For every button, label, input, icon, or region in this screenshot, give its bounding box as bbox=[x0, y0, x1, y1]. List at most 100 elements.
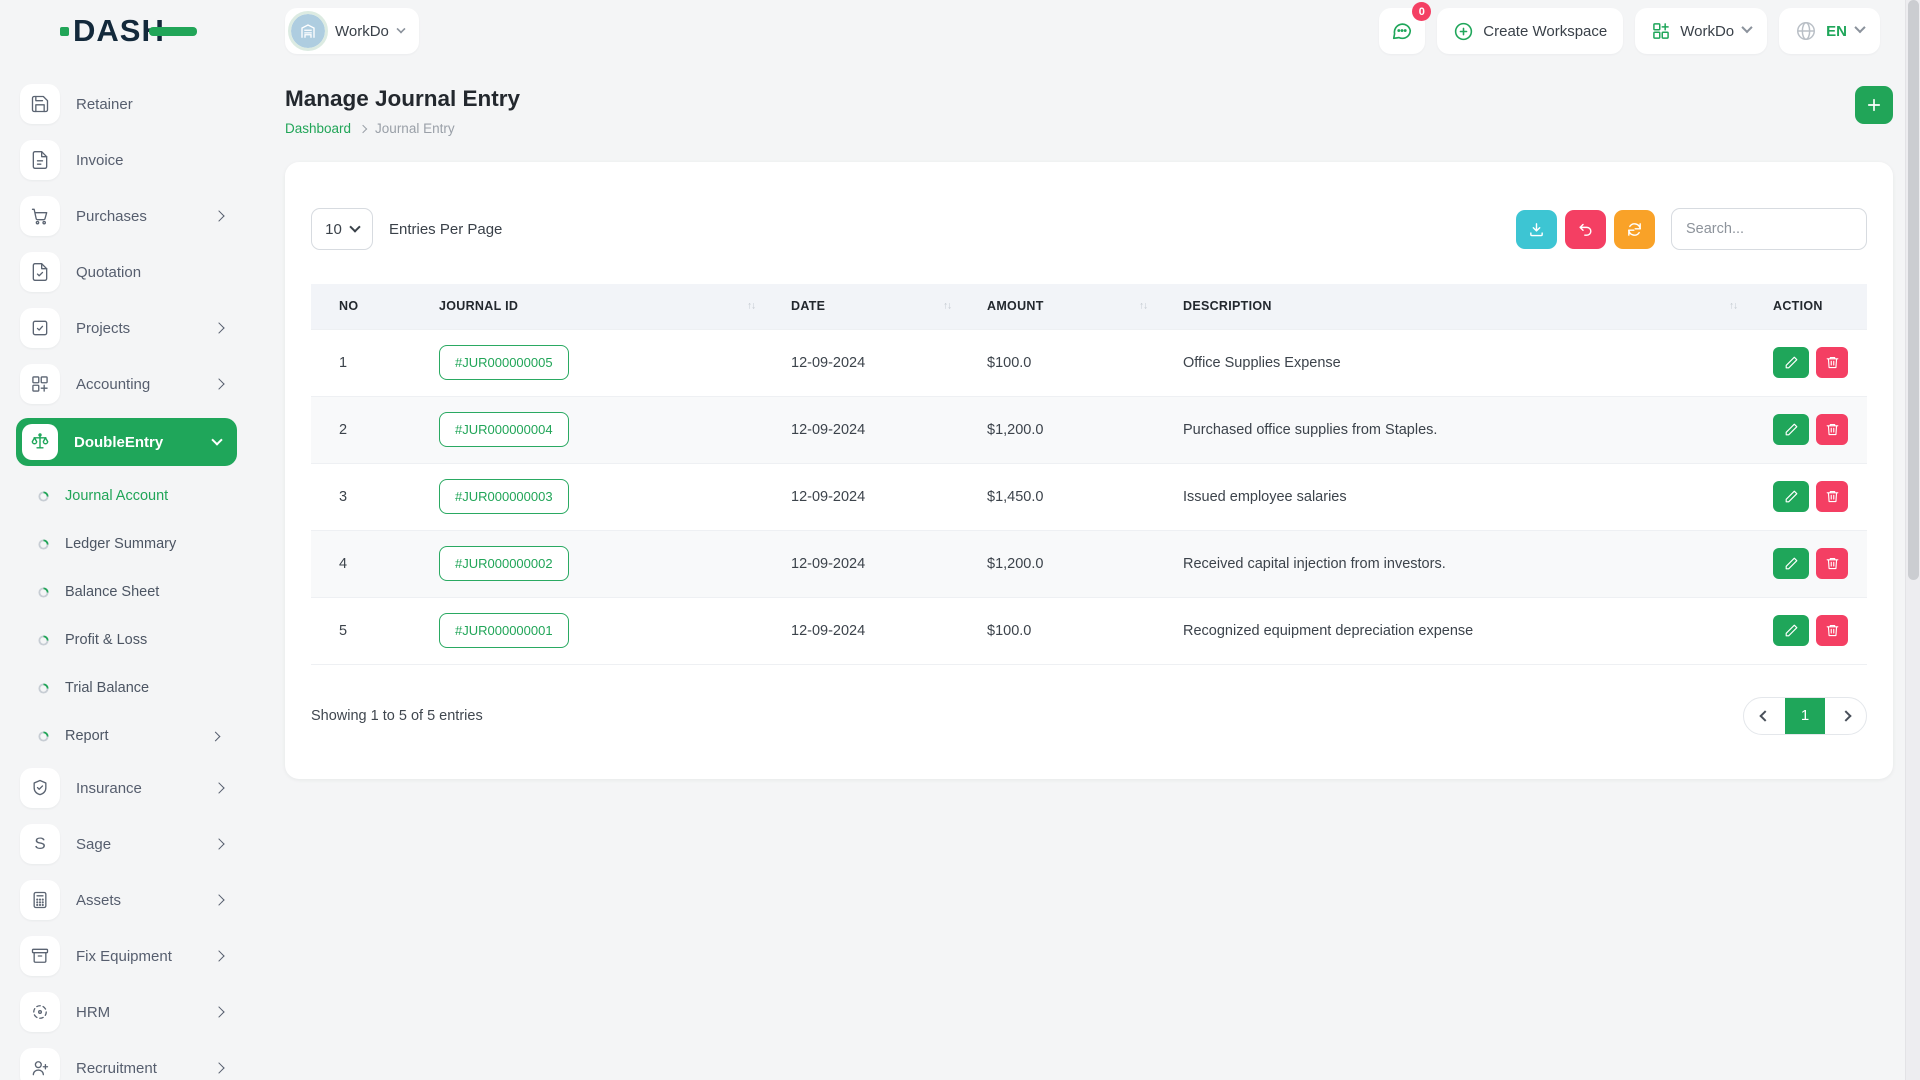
delete-button[interactable] bbox=[1816, 414, 1848, 445]
page-title: Manage Journal Entry bbox=[285, 86, 521, 111]
undo-icon bbox=[1579, 223, 1592, 236]
cell-date: 12-09-2024 bbox=[763, 462, 959, 530]
workspace-name: WorkDo bbox=[335, 22, 389, 40]
edit-button[interactable] bbox=[1773, 615, 1809, 646]
column-header-date[interactable]: DATE ↑↓ bbox=[763, 284, 959, 329]
sidebar-subitem-balance-sheet[interactable]: Balance Sheet bbox=[0, 568, 255, 616]
workspace-selector[interactable]: WorkDo bbox=[285, 8, 419, 54]
sidebar-item-invoice[interactable]: Invoice bbox=[0, 132, 255, 188]
sort-icon[interactable]: ↑↓ bbox=[943, 301, 952, 312]
showing-entries-text: Showing 1 to 5 of 5 entries bbox=[311, 707, 483, 724]
file-check-icon bbox=[20, 252, 60, 292]
journal-id-badge[interactable]: #JUR000000005 bbox=[439, 345, 569, 380]
edit-button[interactable] bbox=[1773, 548, 1809, 579]
trash-icon bbox=[1826, 356, 1838, 369]
sidebar-item-insurance[interactable]: Insurance bbox=[0, 760, 255, 816]
chevron-right-icon bbox=[213, 950, 225, 962]
grid-icon bbox=[20, 364, 60, 404]
column-header-description[interactable]: DESCRIPTION ↑↓ bbox=[1155, 284, 1745, 329]
sidebar-item-assets[interactable]: Assets bbox=[0, 872, 255, 928]
cell-description: Purchased office supplies from Staples. bbox=[1155, 395, 1745, 463]
page-scrollbar[interactable] bbox=[1905, 0, 1920, 1080]
create-journal-entry-button[interactable] bbox=[1855, 86, 1893, 124]
breadcrumb-current: Journal Entry bbox=[375, 121, 455, 136]
reset-button[interactable] bbox=[1565, 209, 1606, 249]
bullet-icon bbox=[38, 490, 49, 502]
sidebar-item-sage[interactable]: S Sage bbox=[0, 816, 255, 872]
sidebar-item-recruitment[interactable]: Recruitment bbox=[0, 1040, 255, 1080]
topbar: DASH WorkDo 0 Create Workspace WorkDo EN bbox=[0, 0, 1920, 62]
sidebar-item-projects[interactable]: Projects bbox=[0, 300, 255, 356]
language-code: EN bbox=[1826, 22, 1847, 40]
delete-button[interactable] bbox=[1816, 548, 1848, 579]
sidebar-subitem-ledger-summary[interactable]: Ledger Summary bbox=[0, 520, 255, 568]
export-button[interactable] bbox=[1516, 209, 1557, 249]
cell-amount: $1,200.0 bbox=[959, 529, 1155, 597]
chevron-right-icon bbox=[213, 782, 225, 794]
delete-button[interactable] bbox=[1816, 481, 1848, 512]
edit-button[interactable] bbox=[1773, 347, 1809, 378]
sidebar-item-doubleentry[interactable]: DoubleEntry bbox=[0, 412, 255, 472]
column-header-no[interactable]: NO bbox=[311, 284, 411, 329]
sidebar-subitem-journal-account[interactable]: Journal Account bbox=[0, 472, 255, 520]
sidebar-subitem-trial-balance[interactable]: Trial Balance bbox=[0, 664, 255, 712]
cart-icon bbox=[20, 196, 60, 236]
sidebar-item-hrm[interactable]: HRM bbox=[0, 984, 255, 1040]
cell-date: 12-09-2024 bbox=[763, 328, 959, 396]
workdo-menu-label: WorkDo bbox=[1680, 22, 1735, 40]
journal-id-badge[interactable]: #JUR000000001 bbox=[439, 613, 569, 648]
refresh-button[interactable] bbox=[1614, 209, 1655, 249]
entries-per-page-select[interactable]: 10 bbox=[311, 208, 373, 250]
column-header-amount[interactable]: AMOUNT ↑↓ bbox=[959, 284, 1155, 329]
sidebar-item-purchases[interactable]: Purchases bbox=[0, 188, 255, 244]
cell-date: 12-09-2024 bbox=[763, 529, 959, 597]
chevron-right-icon bbox=[213, 894, 225, 906]
shield-check-icon bbox=[20, 768, 60, 808]
messages-button[interactable]: 0 bbox=[1379, 2, 1432, 54]
sidebar-item-accounting[interactable]: Accounting bbox=[0, 356, 255, 412]
scrollbar-thumb[interactable] bbox=[1908, 0, 1919, 580]
page-number-button[interactable]: 1 bbox=[1785, 697, 1825, 734]
cell-no: 1 bbox=[311, 328, 411, 396]
bullet-icon bbox=[38, 682, 49, 694]
sidebar-subitem-report[interactable]: Report bbox=[0, 712, 255, 760]
delete-button[interactable] bbox=[1816, 615, 1848, 646]
logo-dash-bar bbox=[148, 26, 197, 36]
logo-dot bbox=[60, 26, 69, 36]
sort-icon[interactable]: ↑↓ bbox=[1729, 301, 1738, 312]
chevron-right-icon bbox=[213, 378, 225, 390]
sidebar-subitem-profit-loss[interactable]: Profit & Loss bbox=[0, 616, 255, 664]
sidebar-item-fix-equipment[interactable]: Fix Equipment bbox=[0, 928, 255, 984]
chevron-down-icon bbox=[396, 24, 406, 34]
previous-page-button[interactable] bbox=[1744, 698, 1785, 734]
sort-icon[interactable]: ↑↓ bbox=[747, 301, 756, 312]
language-selector[interactable]: EN bbox=[1779, 8, 1880, 54]
journal-id-badge[interactable]: #JUR000000002 bbox=[439, 546, 569, 581]
table-row: 5 #JUR000000001 12-09-2024 $100.0 Recogn… bbox=[311, 596, 1867, 665]
column-header-journal-id[interactable]: JOURNAL ID ↑↓ bbox=[411, 284, 763, 329]
edit-button[interactable] bbox=[1773, 414, 1809, 445]
chevron-right-icon bbox=[213, 1006, 225, 1018]
main-content: Manage Journal Entry Dashboard Journal E… bbox=[255, 62, 1920, 1080]
journal-id-badge[interactable]: #JUR000000004 bbox=[439, 412, 569, 447]
journal-id-badge[interactable]: #JUR000000003 bbox=[439, 479, 569, 514]
delete-button[interactable] bbox=[1816, 347, 1848, 378]
edit-button[interactable] bbox=[1773, 481, 1809, 512]
search-input[interactable] bbox=[1671, 208, 1867, 250]
pencil-icon bbox=[1785, 356, 1797, 369]
breadcrumb-separator-icon bbox=[358, 124, 368, 133]
journal-entry-card: 10 Entries Per Page Search... NO JOURNAL… bbox=[285, 162, 1893, 779]
sidebar-item-quotation[interactable]: Quotation bbox=[0, 244, 255, 300]
pencil-icon bbox=[1785, 624, 1797, 637]
create-workspace-button[interactable]: Create Workspace bbox=[1437, 8, 1624, 54]
sidebar-item-retainer[interactable]: Retainer bbox=[0, 76, 255, 132]
sort-icon[interactable]: ↑↓ bbox=[1139, 301, 1148, 312]
globe-icon bbox=[1797, 22, 1816, 40]
workdo-menu-button[interactable]: WorkDo bbox=[1635, 8, 1768, 54]
chevron-right-icon bbox=[213, 838, 225, 850]
table-header-row: NO JOURNAL ID ↑↓ DATE ↑↓ AMOUNT ↑↓ DESCRIPT… bbox=[311, 284, 1867, 329]
next-page-button[interactable] bbox=[1825, 698, 1866, 734]
breadcrumb-dashboard-link[interactable]: Dashboard bbox=[285, 121, 351, 136]
bullet-icon bbox=[38, 730, 49, 742]
refresh-icon bbox=[1628, 222, 1641, 236]
